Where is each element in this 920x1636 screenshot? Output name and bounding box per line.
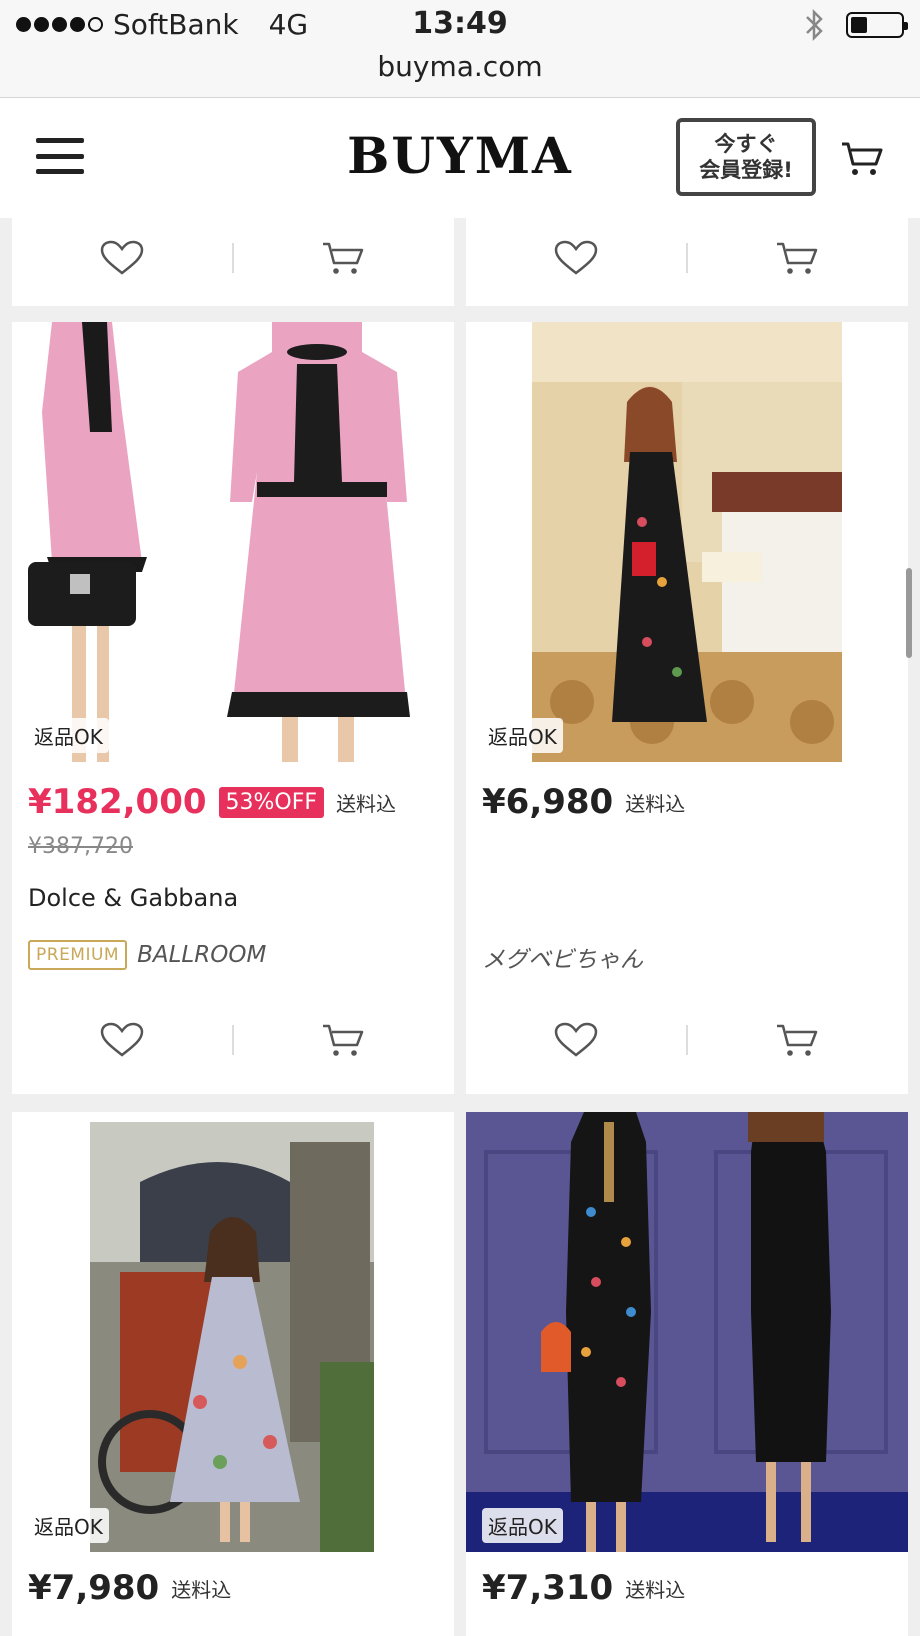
add-to-cart-button[interactable]: [234, 239, 454, 277]
price-row: ¥6,980 送料込: [482, 782, 685, 822]
product-image[interactable]: [90, 1122, 374, 1552]
favorite-button[interactable]: [12, 239, 232, 277]
return-ok-badge: 返品OK: [482, 718, 563, 753]
seller-row: メグベビちゃん: [482, 940, 643, 974]
heart-icon: [554, 240, 598, 275]
return-ok-badge: 返品OK: [28, 718, 109, 753]
seller-name[interactable]: BALLROOM: [137, 942, 266, 968]
address-bar-url[interactable]: buyma.com: [0, 50, 920, 83]
heart-icon: [100, 1022, 144, 1057]
favorite-button[interactable]: [12, 1021, 232, 1059]
black-embroidered-dress-photo: [466, 1112, 908, 1552]
card-actions: [466, 1010, 908, 1070]
bluetooth-icon: [806, 8, 823, 42]
product-image[interactable]: [466, 1112, 908, 1552]
clock: 13:49: [412, 6, 508, 41]
scrollbar[interactable]: [906, 568, 912, 658]
price-row: ¥182,000 53%OFF 送料込: [28, 782, 396, 822]
shipping-included: 送料込: [625, 1577, 686, 1602]
card-actions: [466, 228, 908, 288]
register-label-line1: 今すぐ: [714, 132, 778, 156]
cart-icon: [323, 242, 364, 274]
status-bar: SoftBank 4G 13:49 buyma.com: [0, 0, 920, 98]
return-ok-badge: 返品OK: [28, 1508, 109, 1543]
price-row: ¥7,980 送料込: [28, 1568, 231, 1608]
register-label-line2: 会員登録!: [699, 158, 793, 182]
add-to-cart-button[interactable]: [688, 239, 908, 277]
price: ¥6,980: [482, 782, 614, 822]
product-card-partial: [466, 218, 908, 306]
cart-icon[interactable]: [840, 138, 884, 178]
battery-icon: [846, 12, 908, 38]
product-card[interactable]: 返品OK ¥182,000 53%OFF 送料込 ¥387,720 Dolce …: [12, 322, 454, 1094]
favorite-button[interactable]: [466, 239, 686, 277]
price: ¥7,980: [28, 1568, 160, 1608]
cart-icon: [777, 242, 818, 274]
seller-name[interactable]: メグベビちゃん: [482, 940, 643, 974]
price: ¥7,310: [482, 1568, 614, 1608]
original-price: ¥387,720: [28, 834, 133, 859]
status-indicators: [804, 8, 908, 42]
shipping-included: 送料込: [171, 1577, 232, 1602]
black-floral-dress-photo: [532, 322, 842, 762]
favorite-button[interactable]: [466, 1021, 686, 1059]
brand-name[interactable]: Dolce & Gabbana: [28, 884, 238, 912]
register-button[interactable]: 今すぐ 会員登録!: [676, 118, 816, 196]
product-card[interactable]: 返品OK ¥7,980 送料込: [12, 1112, 454, 1636]
card-actions: [12, 228, 454, 288]
return-ok-badge: 返品OK: [482, 1508, 563, 1543]
product-card-partial: [12, 218, 454, 306]
card-actions: [12, 1010, 454, 1070]
heart-icon: [554, 1022, 598, 1057]
cart-icon: [323, 1024, 364, 1056]
discount-badge: 53%OFF: [218, 786, 325, 818]
shipping-included: 送料込: [336, 791, 397, 816]
price-row: ¥7,310 送料込: [482, 1568, 685, 1608]
cart-icon: [777, 1024, 818, 1056]
pink-lace-dress-photo: [28, 322, 410, 762]
product-card[interactable]: 返品OK ¥6,980 送料込 メグベビちゃん: [466, 322, 908, 1094]
sale-price: ¥182,000: [28, 782, 207, 822]
site-header: BUYMA 今すぐ 会員登録!: [0, 98, 920, 218]
premium-badge: PREMIUM: [28, 940, 128, 970]
add-to-cart-button[interactable]: [234, 1021, 454, 1059]
heart-icon: [100, 240, 144, 275]
shipping-included: 送料込: [625, 791, 686, 816]
product-image[interactable]: [532, 322, 842, 762]
add-to-cart-button[interactable]: [688, 1021, 908, 1059]
product-card[interactable]: 返品OK ¥7,310 送料込: [466, 1112, 908, 1636]
floral-tulle-dress-photo: [90, 1122, 374, 1552]
product-image[interactable]: [12, 322, 454, 762]
seller-row: PREMIUM BALLROOM: [28, 940, 266, 970]
